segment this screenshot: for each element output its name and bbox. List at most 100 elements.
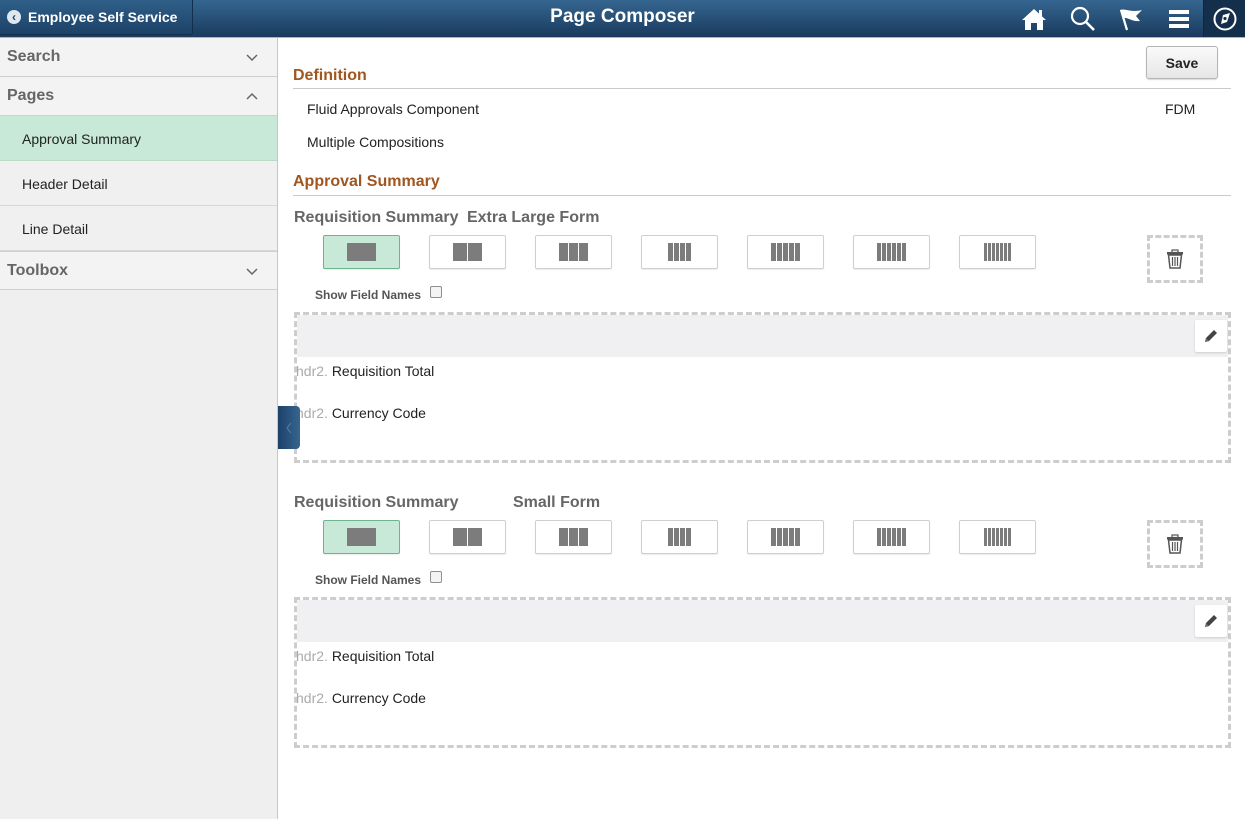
field-drop-zone[interactable]: hdr2. Requisition Total hdr2. Currency C… [294, 597, 1231, 748]
layout-3-column-button[interactable] [535, 235, 612, 269]
column-bar [468, 243, 482, 261]
column-bar [789, 243, 794, 261]
home-icon [1022, 8, 1046, 30]
trash-icon [1167, 249, 1183, 269]
layout-4-column-button[interactable] [641, 235, 718, 269]
column-bar [996, 528, 999, 546]
sidebar-group-label: Toolbox [7, 262, 69, 279]
layout-3-column-button[interactable] [535, 520, 612, 554]
column-bar [877, 243, 881, 261]
column-bar [984, 243, 987, 261]
column-bar [877, 528, 881, 546]
column-bar [1000, 528, 1003, 546]
layout-6-column-button[interactable] [853, 235, 930, 269]
home-button[interactable] [1009, 0, 1059, 37]
component-name: Fluid Approvals Component [307, 101, 479, 117]
back-button[interactable]: ‹ Employee Self Service [0, 0, 193, 35]
column-bar [1004, 243, 1007, 261]
layout-7-column-button[interactable] [959, 235, 1036, 269]
column-bar [783, 528, 788, 546]
layout-5-column-button[interactable] [747, 235, 824, 269]
block-form: Extra Large Form [466, 209, 600, 226]
column-bar [579, 243, 588, 261]
column-bar [992, 528, 995, 546]
block-form: Small Form [512, 494, 601, 511]
column-bar [902, 243, 906, 261]
column-bar [777, 528, 782, 546]
field-prefix: hdr2. [296, 405, 328, 421]
field-requisition-total[interactable]: hdr2. Requisition Total [296, 363, 434, 379]
layout-6-column-button[interactable] [853, 520, 930, 554]
column-bar [453, 243, 467, 261]
edit-button[interactable] [1195, 320, 1227, 352]
column-bar [1004, 528, 1007, 546]
layout-5-column-button[interactable] [747, 520, 824, 554]
columns-1-icon [347, 243, 376, 261]
layout-1-column-button[interactable] [323, 520, 400, 554]
layout-1-column-button[interactable] [323, 235, 400, 269]
show-field-names-checkbox[interactable] [430, 286, 442, 298]
layout-7-column-button[interactable] [959, 520, 1036, 554]
field-currency-code[interactable]: hdr2. Currency Code [296, 405, 426, 421]
sidebar-group-search[interactable]: Search [0, 38, 277, 77]
header-nav-icons [1009, 0, 1245, 37]
chevron-left-icon [286, 422, 292, 433]
drop-zone-header [297, 600, 1228, 642]
columns-1-icon [347, 528, 376, 546]
sidebar: Search Pages Approval Summary Header Det… [0, 38, 278, 819]
search-button[interactable] [1059, 0, 1107, 37]
column-bar [892, 243, 896, 261]
flag-icon [1119, 9, 1142, 30]
block-title: Requisition Summary Small Form [294, 494, 600, 512]
navbar-button[interactable] [1203, 0, 1245, 37]
delete-block-button[interactable] [1147, 520, 1203, 568]
chevron-down-icon [246, 268, 258, 276]
sidebar-item-label: Line Detail [22, 221, 89, 237]
column-bar [674, 528, 679, 546]
field-currency-code[interactable]: hdr2. Currency Code [296, 690, 426, 706]
sidebar-item-approval-summary[interactable]: Approval Summary [0, 116, 277, 161]
actions-menu-button[interactable] [1155, 0, 1203, 37]
edit-button[interactable] [1195, 605, 1227, 637]
chevron-down-icon [246, 54, 258, 62]
show-field-names-checkbox[interactable] [430, 571, 442, 583]
layout-4-column-button[interactable] [641, 520, 718, 554]
collapse-sidebar-tab[interactable] [278, 406, 300, 449]
sidebar-item-line-detail[interactable]: Line Detail [0, 206, 277, 251]
pencil-icon [1205, 615, 1217, 627]
layout-2-column-button[interactable] [429, 520, 506, 554]
definition-section-title: Definition [293, 67, 367, 84]
column-bar [579, 528, 588, 546]
layout-2-column-button[interactable] [429, 235, 506, 269]
column-bar [892, 528, 896, 546]
field-label: Currency Code [331, 405, 426, 421]
field-prefix: hdr2. [296, 648, 328, 664]
column-bar [777, 243, 782, 261]
columns-6-icon [877, 243, 906, 261]
column-bar [1000, 243, 1003, 261]
column-bar [680, 243, 685, 261]
columns-4-icon [668, 528, 691, 546]
column-bar [988, 243, 991, 261]
sidebar-group-toolbox[interactable]: Toolbox [0, 251, 277, 290]
column-bar [559, 528, 568, 546]
column-bar [559, 243, 568, 261]
sidebar-item-label: Header Detail [22, 176, 108, 192]
save-button[interactable]: Save [1146, 46, 1218, 79]
approval-summary-section-title: Approval Summary [293, 173, 440, 190]
field-drop-zone[interactable]: hdr2. Requisition Total hdr2. Currency C… [294, 312, 1231, 463]
sidebar-item-header-detail[interactable]: Header Detail [0, 161, 277, 206]
column-bar [569, 243, 578, 261]
column-bar [668, 243, 673, 261]
field-label: Requisition Total [331, 363, 435, 379]
delete-block-button[interactable] [1147, 235, 1203, 283]
columns-2-icon [453, 243, 482, 261]
notifications-button[interactable] [1107, 0, 1155, 37]
columns-7-icon [984, 528, 1011, 546]
column-bar [680, 528, 685, 546]
trash-icon [1167, 534, 1183, 554]
columns-3-icon [559, 243, 588, 261]
field-requisition-total[interactable]: hdr2. Requisition Total [296, 648, 434, 664]
column-bar [668, 528, 673, 546]
sidebar-group-pages[interactable]: Pages [0, 77, 277, 116]
